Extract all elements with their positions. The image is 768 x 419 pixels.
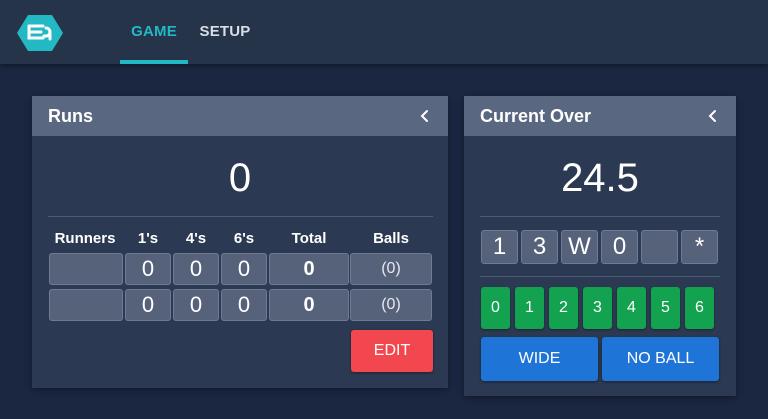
wide-button[interactable]: WIDE [481, 337, 598, 381]
column-header-sixes: 6's [233, 230, 255, 247]
divider [480, 216, 720, 217]
tab-setup[interactable]: SETUP [196, 0, 254, 64]
divider [48, 216, 433, 217]
runner-fours-value: 0 [173, 253, 219, 285]
cricket-logo-icon[interactable] [16, 13, 64, 53]
score-1-button[interactable]: 1 [515, 287, 544, 329]
runner-ones-value: 0 [125, 289, 171, 321]
column-header-balls: Balls [373, 230, 409, 247]
ball-result-cell-current: * [681, 230, 718, 264]
runs-panel-header: Runs [32, 96, 448, 136]
edit-button[interactable]: EDIT [351, 330, 433, 372]
ball-result-cell: W [561, 230, 598, 264]
runner-sixes-value: 0 [221, 253, 267, 285]
runs-panel: Runs 0 Runners 1's 4's 6's Total Balls 0… [32, 96, 448, 388]
runner-name-field[interactable] [49, 289, 123, 321]
divider [480, 276, 720, 277]
runner-sixes-value: 0 [221, 289, 267, 321]
score-5-button[interactable]: 5 [651, 287, 680, 329]
column-header-total: Total [291, 230, 327, 247]
ball-result-cell [641, 230, 678, 264]
runner-name-field[interactable] [49, 253, 123, 285]
runner-balls-value: (0) [350, 289, 432, 321]
current-over-panel-header: Current Over [464, 96, 736, 136]
runner-total-value: 0 [269, 289, 349, 321]
chevron-left-icon[interactable] [418, 109, 432, 123]
current-over-panel: Current Over 24.5 1 3 W 0 * 0 1 2 3 4 5 … [464, 96, 736, 396]
tab-game[interactable]: GAME [120, 0, 188, 64]
current-over-value: 24.5 [561, 156, 639, 200]
total-runs-value: 0 [228, 156, 252, 200]
runner-ones-value: 0 [125, 253, 171, 285]
runner-balls-value: (0) [350, 253, 432, 285]
score-4-button[interactable]: 4 [617, 287, 646, 329]
ball-result-cell: 0 [601, 230, 638, 264]
runs-panel-title: Runs [48, 105, 93, 126]
column-header-fours: 4's [185, 230, 207, 247]
score-3-button[interactable]: 3 [583, 287, 612, 329]
top-app-bar: GAME SETUP [0, 0, 768, 64]
chevron-left-icon[interactable] [706, 109, 720, 123]
ball-result-cell: 1 [481, 230, 518, 264]
score-0-button[interactable]: 0 [481, 287, 510, 329]
column-header-ones: 1's [137, 230, 159, 247]
score-6-button[interactable]: 6 [685, 287, 714, 329]
ball-result-cell: 3 [521, 230, 558, 264]
runner-total-value: 0 [269, 253, 349, 285]
score-2-button[interactable]: 2 [549, 287, 578, 329]
column-header-runners: Runners [54, 230, 116, 247]
runner-fours-value: 0 [173, 289, 219, 321]
no-ball-button[interactable]: NO BALL [602, 337, 719, 381]
current-over-panel-title: Current Over [480, 105, 592, 126]
